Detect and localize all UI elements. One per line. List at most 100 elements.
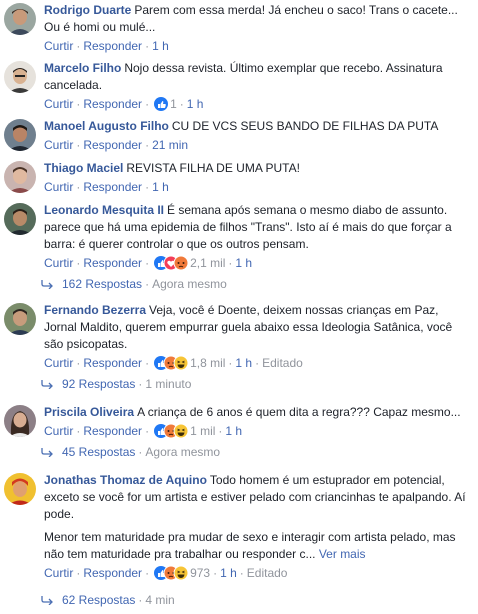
view-replies-link[interactable]: 162 Respostas	[62, 277, 142, 291]
edited-label[interactable]: Editado	[262, 356, 303, 370]
reply-button[interactable]: Responder	[83, 180, 142, 194]
reaction-icons[interactable]	[154, 355, 189, 374]
reaction-count[interactable]: 1,8 mil	[190, 356, 225, 370]
comment-time[interactable]: 1 h	[187, 97, 204, 111]
avatar-image	[4, 203, 36, 235]
reply-arrow-icon	[40, 277, 54, 293]
commenter-name[interactable]: Priscila Oliveira	[44, 405, 134, 419]
view-replies-link[interactable]: 45 Respostas	[62, 445, 135, 459]
avatar[interactable]	[4, 119, 36, 151]
comment-text-continued: Menor tem maturidade pra mudar de sexo e…	[44, 530, 456, 561]
reply-button[interactable]: Responder	[83, 39, 142, 53]
like-button[interactable]: Curtir	[44, 424, 73, 438]
separator: ·	[76, 356, 81, 370]
comment-time[interactable]: 21 min	[152, 138, 188, 152]
avatar-image	[4, 61, 36, 93]
commenter-name[interactable]: Leonardo Mesquita II	[44, 203, 164, 217]
comment-time[interactable]: 1 h	[220, 566, 237, 580]
separator: ·	[76, 256, 81, 270]
avatar[interactable]	[4, 203, 36, 235]
angry-icon	[173, 255, 189, 271]
replies-time: Agora mesmo	[152, 277, 227, 291]
commenter-name[interactable]: Thiago Maciel	[44, 161, 123, 175]
reply-arrow-icon	[40, 593, 54, 609]
comment-time[interactable]: 1 h	[235, 356, 252, 370]
view-replies-link[interactable]: 92 Respostas	[62, 377, 135, 391]
replies-time: 1 minuto	[145, 377, 192, 391]
replies-row[interactable]: 62 Respostas · 4 min	[40, 592, 175, 609]
like-button[interactable]: Curtir	[44, 356, 73, 370]
like-button[interactable]: Curtir	[44, 256, 73, 270]
replies-row[interactable]: 45 Respostas · Agora mesmo	[40, 444, 220, 461]
separator: ·	[76, 97, 81, 111]
comment-time[interactable]: 1 h	[152, 180, 169, 194]
separator: ·	[145, 356, 150, 370]
avatar-image	[4, 119, 36, 151]
replies-time: 4 min	[145, 593, 175, 607]
separator: ·	[145, 277, 150, 291]
avatar-image	[4, 161, 36, 193]
separator: ·	[255, 356, 260, 370]
separator: ·	[228, 356, 233, 370]
reaction-icons[interactable]	[154, 423, 189, 442]
avatar[interactable]	[4, 3, 36, 35]
comment-time[interactable]: 1 h	[235, 256, 252, 270]
avatar[interactable]	[4, 303, 36, 335]
like-button[interactable]: Curtir	[44, 97, 73, 111]
replies-time: Agora mesmo	[145, 445, 221, 459]
separator: ·	[218, 424, 223, 438]
haha-icon	[173, 355, 189, 371]
separator: ·	[145, 138, 150, 152]
like-button[interactable]: Curtir	[44, 180, 73, 194]
commenter-name[interactable]: Rodrigo Duarte	[44, 3, 131, 17]
reply-button[interactable]: Responder	[83, 256, 142, 270]
replies-row[interactable]: 92 Respostas · 1 minuto	[40, 376, 191, 393]
view-replies-link[interactable]: 62 Respostas	[62, 593, 135, 607]
commenter-name[interactable]: Marcelo Filho	[44, 61, 121, 75]
separator: ·	[76, 138, 81, 152]
reply-button[interactable]: Responder	[83, 424, 142, 438]
haha-icon	[173, 423, 189, 439]
reaction-count[interactable]: 1	[170, 97, 177, 111]
avatar[interactable]	[4, 161, 36, 193]
reaction-count[interactable]: 1 mil	[190, 424, 215, 438]
reaction-count[interactable]: 2,1 mil	[190, 256, 225, 270]
edited-label[interactable]: Editado	[247, 566, 288, 580]
see-more-link[interactable]: Ver mais	[319, 547, 366, 561]
reply-button[interactable]: Responder	[83, 566, 142, 580]
like-button[interactable]: Curtir	[44, 566, 73, 580]
avatar-image	[4, 303, 36, 335]
comment-time[interactable]: 1 h	[152, 39, 169, 53]
reply-button[interactable]: Responder	[83, 138, 142, 152]
separator: ·	[228, 256, 233, 270]
replies-row[interactable]: 162 Respostas · Agora mesmo	[40, 276, 227, 293]
comment-text: A criança de 6 anos é quem dita a regra?…	[137, 405, 461, 419]
reply-button[interactable]: Responder	[83, 97, 142, 111]
commenter-name[interactable]: Jonathas Thomaz de Aquino	[44, 473, 207, 487]
reaction-count[interactable]: 973	[190, 566, 210, 580]
separator: ·	[138, 593, 143, 607]
comment-text: CU DE VCS SEUS BANDO DE FILHAS DA PUTA	[171, 119, 439, 133]
commenter-name[interactable]: Manoel Augusto Filho	[44, 119, 169, 133]
separator: ·	[145, 39, 150, 53]
separator: ·	[76, 424, 81, 438]
comment-text: REVISTA FILHA DE UMA PUTA!	[126, 161, 300, 175]
haha-icon	[173, 565, 189, 581]
separator: ·	[76, 180, 81, 194]
reaction-icons[interactable]	[154, 255, 189, 274]
avatar-image	[4, 405, 36, 437]
separator: ·	[145, 180, 150, 194]
like-button[interactable]: Curtir	[44, 39, 73, 53]
separator: ·	[145, 424, 150, 438]
like-button[interactable]: Curtir	[44, 138, 73, 152]
separator: ·	[76, 39, 81, 53]
avatar[interactable]	[4, 61, 36, 93]
commenter-name[interactable]: Fernando Bezerra	[44, 303, 146, 317]
avatar[interactable]	[4, 473, 36, 505]
comment-time[interactable]: 1 h	[225, 424, 242, 438]
reply-button[interactable]: Responder	[83, 356, 142, 370]
avatar[interactable]	[4, 405, 36, 437]
separator: ·	[138, 445, 143, 459]
separator: ·	[145, 566, 150, 580]
reaction-icons[interactable]	[154, 565, 189, 584]
